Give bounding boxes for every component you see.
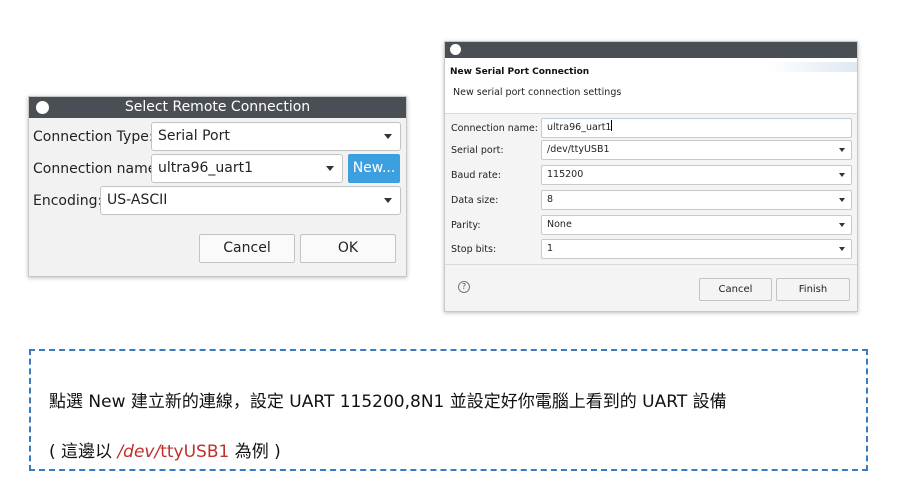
serial-port-value: /dev/ttyUSB1 [547,144,610,155]
data-size-select[interactable]: 8 [541,190,852,210]
new-serial-port-connection-dialog: New Serial Port Connection New serial po… [444,41,858,312]
device-path-highlight: /dev/ [117,442,161,462]
stop-bits-select[interactable]: 1 [541,239,852,259]
chevron-down-icon [839,223,845,227]
connection-type-value: Serial Port [158,128,230,144]
cancel-button[interactable]: Cancel [699,278,772,301]
baud-rate-select[interactable]: 115200 [541,165,852,185]
data-size-label: Data size: [451,195,499,206]
data-size-value: 8 [547,194,554,205]
cancel-button[interactable]: Cancel [199,234,295,263]
connection-name-field[interactable]: ultra96_uart1 [541,118,852,138]
line2-suffix: 為例 ) [229,442,281,462]
instruction-line-2: ( 這邊以 /dev/ttyUSB1 為例 ) [49,437,281,462]
device-name-highlight: ttyUSB1 [160,442,230,462]
ok-button[interactable]: OK [300,234,396,263]
connection-name-label: Connection name: [33,161,162,177]
baud-rate-value: 115200 [547,169,584,180]
finish-button[interactable]: Finish [776,278,850,301]
connection-type-select[interactable]: Serial Port [151,122,401,151]
parity-select[interactable]: None [541,215,852,235]
chevron-down-icon [839,173,845,177]
dialog-titlebar [445,42,857,58]
text-cursor [611,120,613,131]
encoding-label: Encoding: [33,193,103,209]
header-description: New serial port connection settings [453,87,622,98]
window-menu-icon[interactable] [36,101,49,114]
instruction-line-1: 點選 New 建立新的連線，設定 UART 115200,8N1 並設定好你電腦… [49,392,727,412]
parity-label: Parity: [451,220,481,231]
dialog-titlebar: Select Remote Connection [29,97,406,118]
stop-bits-label: Stop bits: [451,244,497,255]
baud-rate-label: Baud rate: [451,170,501,181]
dialog-title: Select Remote Connection [124,99,311,115]
serial-port-label: Serial port: [451,145,504,156]
connection-type-label: Connection Type: [33,129,154,145]
chevron-down-icon [326,166,334,171]
serial-port-select[interactable]: /dev/ttyUSB1 [541,140,852,160]
header-title: New Serial Port Connection [450,67,590,77]
parity-value: None [547,219,572,230]
window-menu-icon[interactable] [450,44,461,55]
encoding-value: US-ASCII [107,192,168,208]
dialog-header: New Serial Port Connection New serial po… [445,58,857,114]
chevron-down-icon [839,198,845,202]
chevron-down-icon [384,198,392,203]
connection-name-select[interactable]: ultra96_uart1 [151,154,343,183]
new-connection-button[interactable]: New... [348,154,400,183]
header-banner [767,62,857,72]
divider [445,264,857,265]
connection-name-label: Connection name: [451,123,538,134]
select-remote-connection-dialog: Select Remote Connection Connection Type… [28,96,407,277]
stop-bits-value: 1 [547,243,554,254]
connection-name-value: ultra96_uart1 [547,122,612,133]
chevron-down-icon [839,148,845,152]
chevron-down-icon [839,247,845,251]
line2-prefix: ( 這邊以 [49,442,118,462]
instruction-note: 點選 New 建立新的連線，設定 UART 115200,8N1 並設定好你電腦… [29,349,868,471]
chevron-down-icon [384,134,392,139]
help-icon[interactable]: ? [458,281,470,293]
connection-name-value: ultra96_uart1 [158,160,254,176]
encoding-select[interactable]: US-ASCII [100,186,401,215]
